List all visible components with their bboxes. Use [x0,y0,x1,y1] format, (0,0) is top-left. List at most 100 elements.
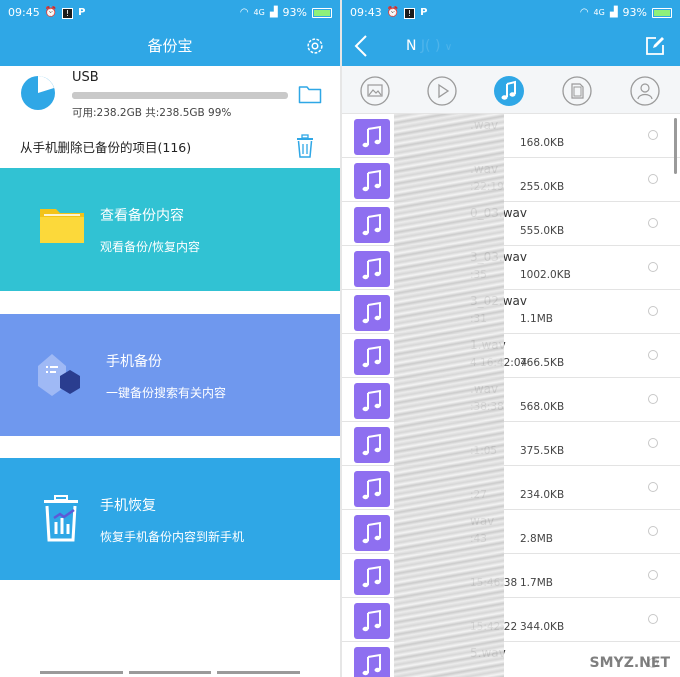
select-radio[interactable] [648,570,658,580]
file-size: 168.0KB [520,137,565,149]
trash-icon[interactable] [294,133,316,159]
notification-icon: ! [62,7,74,19]
file-row[interactable]: 15:46:381.7MB [342,554,680,598]
file-size: 1.7MB [520,577,553,589]
notification-icon: ! [404,7,416,19]
phone-restore-subtitle: 恢复手机备份内容到新手机 [100,530,245,544]
music-icon[interactable] [494,76,524,106]
phone-backup-card[interactable]: 手机备份 一键备份搜索有关内容 [0,314,340,436]
document-icon[interactable] [562,76,592,106]
file-size: 234.0KB [520,489,565,501]
image-icon[interactable] [360,76,390,106]
phone-backup-title: 手机备份 [106,354,162,370]
file-size: 375.5KB [520,445,565,457]
file-row[interactable]: wav:432.8MB [342,510,680,554]
view-backup-card[interactable]: 查看备份内容 观看备份/恢复内容 [0,168,340,291]
file-row[interactable]: 3_02.wav:311.1MB [342,290,680,334]
file-size: 1002.0KB [520,269,571,281]
p-app-icon: P [420,7,428,18]
music-file-icon [354,515,390,551]
select-radio[interactable] [648,174,658,184]
select-radio[interactable] [648,438,658,448]
folder-icon[interactable] [298,84,322,104]
music-file-icon [354,119,390,155]
file-list-screen: 09:43 ⏰ ! P ◠ 4G ▟ 93% N J( ) ∨ [342,0,680,677]
file-size: 766.5KB [520,357,565,369]
music-file-icon [354,383,390,419]
music-file-icon [354,471,390,507]
file-row[interactable]: 15:42:22344.0KB [342,598,680,642]
music-file-icon [354,647,390,677]
restore-bin-icon [44,495,78,542]
view-backup-title: 查看备份内容 [100,208,184,224]
music-file-icon [354,295,390,331]
edit-icon[interactable] [644,35,666,57]
p-app-icon: P [78,7,86,18]
music-file-icon [354,251,390,287]
select-radio[interactable] [648,306,658,316]
redaction-mask [420,38,590,56]
file-size: 568.0KB [520,401,565,413]
phone-restore-card[interactable]: 手机恢复 恢复手机备份内容到新手机 [0,458,340,580]
file-size: 2.8MB [520,533,553,545]
phone-backup-subtitle: 一键备份搜索有关内容 [106,386,227,400]
contact-icon[interactable] [630,76,660,106]
watermark: SMYZ.NET [589,655,670,671]
file-row[interactable]: :27234.0KB [342,466,680,510]
music-file-icon [354,603,390,639]
status-time: 09:45 [8,6,40,19]
storage-pie-icon [21,76,55,110]
bottom-divider [0,671,340,677]
file-list-header: N J( ) ∨ [342,26,680,66]
file-row[interactable]: :1:05375.5KB [342,422,680,466]
file-row[interactable]: .wav:22:19255.0KB [342,158,680,202]
screenshot-composite: 09:45 ⏰ ! P ◠ 4G ▟ 93% 备份宝 USB 可用:238.2G… [0,0,680,677]
music-file-icon [354,163,390,199]
battery-icon [312,8,332,18]
backup-app-screen: 09:45 ⏰ ! P ◠ 4G ▟ 93% 备份宝 USB 可用:238.2G… [0,0,340,677]
select-radio[interactable] [648,394,658,404]
category-tabs [342,66,680,114]
signal-icon: ▟ [269,7,278,18]
file-row[interactable]: .wav:38:38568.0KB [342,378,680,422]
select-radio[interactable] [648,482,658,492]
storage-usage-bar [72,92,288,99]
file-size: 344.0KB [520,621,565,633]
music-file-icon [354,339,390,375]
select-radio[interactable] [648,526,658,536]
music-file-icon [354,559,390,595]
file-row[interactable]: .wav168.0KB [342,114,680,158]
file-size: 1.1MB [520,313,553,325]
status-time-right: 09:43 [350,6,382,19]
storage-info: 可用:238.2GB 共:238.5GB 99% [72,107,232,119]
app-header: 备份宝 [0,26,340,66]
network-type-right: 4G [593,8,605,17]
battery-percent: 93% [282,6,307,19]
select-radio[interactable] [648,262,658,272]
select-radio[interactable] [648,130,658,140]
battery-icon [652,8,672,18]
select-radio[interactable] [648,350,658,360]
file-row[interactable]: 1.wav4 16:42:04766.5KB [342,334,680,378]
file-size: 255.0KB [520,181,565,193]
select-radio[interactable] [648,218,658,228]
select-radio[interactable] [648,614,658,624]
usb-name: USB [72,70,99,85]
file-row[interactable]: 0_03.wav555.0KB [342,202,680,246]
status-bar: 09:45 ⏰ ! P ◠ 4G ▟ 93% [0,0,340,26]
yellow-folder-icon [40,209,84,243]
alarm-icon: ⏰ [44,7,58,18]
scrollbar[interactable] [674,118,677,174]
delete-backed-up-label: 从手机删除已备份的项目(116) [20,140,192,155]
wifi-icon: ◠ [239,7,249,18]
usb-storage-panel[interactable]: USB 可用:238.2GB 共:238.5GB 99% [0,66,340,128]
signal-icon: ▟ [609,7,618,18]
video-icon[interactable] [427,76,457,106]
delete-backed-up-row[interactable]: 从手机删除已备份的项目(116) [0,128,340,168]
file-row[interactable]: 3_03.wav:351002.0KB [342,246,680,290]
music-file-icon [354,427,390,463]
redaction-smudge [394,114,504,677]
wifi-icon: ◠ [579,7,589,18]
settings-gear-icon[interactable] [304,35,326,57]
back-arrow-icon[interactable] [354,34,368,58]
